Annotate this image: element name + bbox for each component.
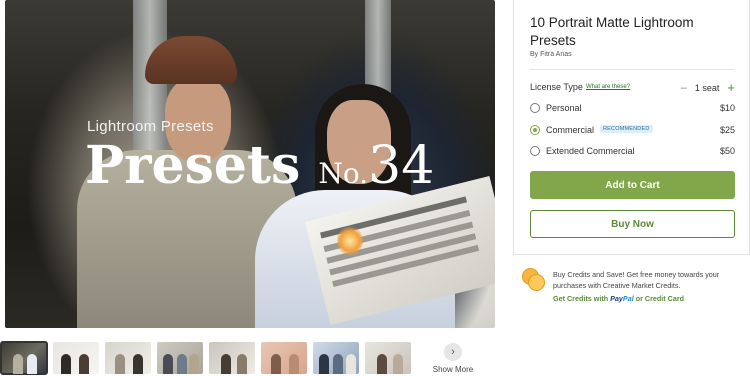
- license-option-name: Personal: [546, 103, 582, 113]
- purchase-panel: 10 Portrait Matte Lightroom Presets By F…: [513, 0, 750, 255]
- get-credits-link[interactable]: Get Credits with PayPal or Credit Card: [553, 294, 684, 303]
- preview-title-word: Presets: [85, 135, 301, 196]
- flame: [337, 226, 363, 256]
- radio-button[interactable]: [530, 103, 540, 113]
- chevron-right-icon: ›: [444, 343, 462, 361]
- license-option-price: $25: [719, 125, 735, 135]
- preview-title-number: 34: [368, 136, 435, 196]
- thumbnail[interactable]: [0, 341, 48, 375]
- license-option-extended-commercial[interactable]: Extended Commercial $50: [530, 145, 735, 159]
- author-prefix: By: [530, 51, 539, 58]
- license-option-name: Commercial: [546, 125, 595, 135]
- thumbnail[interactable]: [53, 342, 99, 374]
- paypal-logo: PayPal: [610, 294, 634, 303]
- seat-stepper: – 1 seat +: [681, 80, 735, 95]
- license-option-personal[interactable]: Personal $10: [530, 102, 735, 116]
- preview-kicker: Lightroom Presets: [87, 118, 214, 135]
- license-type-label: License Type: [530, 82, 583, 92]
- license-option-commercial[interactable]: Commercial RECOMMENDED $25: [530, 124, 735, 138]
- buy-now-button[interactable]: Buy Now: [530, 210, 735, 238]
- thumbnail[interactable]: [209, 342, 255, 374]
- thumbnail[interactable]: [105, 342, 151, 374]
- author-byline: By Fitra Anas: [530, 51, 572, 58]
- thumbnail[interactable]: [157, 342, 203, 374]
- preview-title-no: No.: [318, 157, 369, 190]
- divider: [530, 69, 735, 70]
- coins-icon: [522, 268, 546, 292]
- thumbnail[interactable]: [313, 342, 359, 374]
- preview-title: Presets No.34: [85, 140, 434, 193]
- license-info-link[interactable]: What are these?: [586, 84, 630, 90]
- recommended-badge: RECOMMENDED: [600, 125, 653, 133]
- show-more-button[interactable]: › Show More: [430, 343, 476, 374]
- thumbnail[interactable]: [261, 342, 307, 374]
- add-to-cart-button[interactable]: Add to Cart: [530, 171, 735, 199]
- radio-button-selected[interactable]: [530, 125, 540, 135]
- product-preview-image[interactable]: Lightroom Presets Presets No.34: [5, 0, 495, 328]
- credits-link-prefix: Get Credits with: [553, 294, 609, 303]
- product-title: 10 Portrait Matte Lightroom Presets: [530, 15, 694, 48]
- license-option-price: $50: [719, 146, 735, 156]
- credits-promo-text: Buy Credits and Save! Get free money tow…: [553, 270, 720, 290]
- license-option-price: $10: [719, 103, 735, 113]
- radio-button[interactable]: [530, 146, 540, 156]
- seat-count: 1 seat: [694, 82, 720, 93]
- plus-icon[interactable]: +: [727, 80, 735, 95]
- show-more-label: Show More: [432, 365, 474, 374]
- thumbnail[interactable]: [365, 342, 411, 374]
- credits-link-suffix: or Credit Card: [635, 294, 685, 303]
- license-option-name: Extended Commercial: [546, 146, 635, 156]
- minus-icon[interactable]: –: [681, 82, 687, 94]
- author-link[interactable]: Fitra Anas: [540, 51, 572, 58]
